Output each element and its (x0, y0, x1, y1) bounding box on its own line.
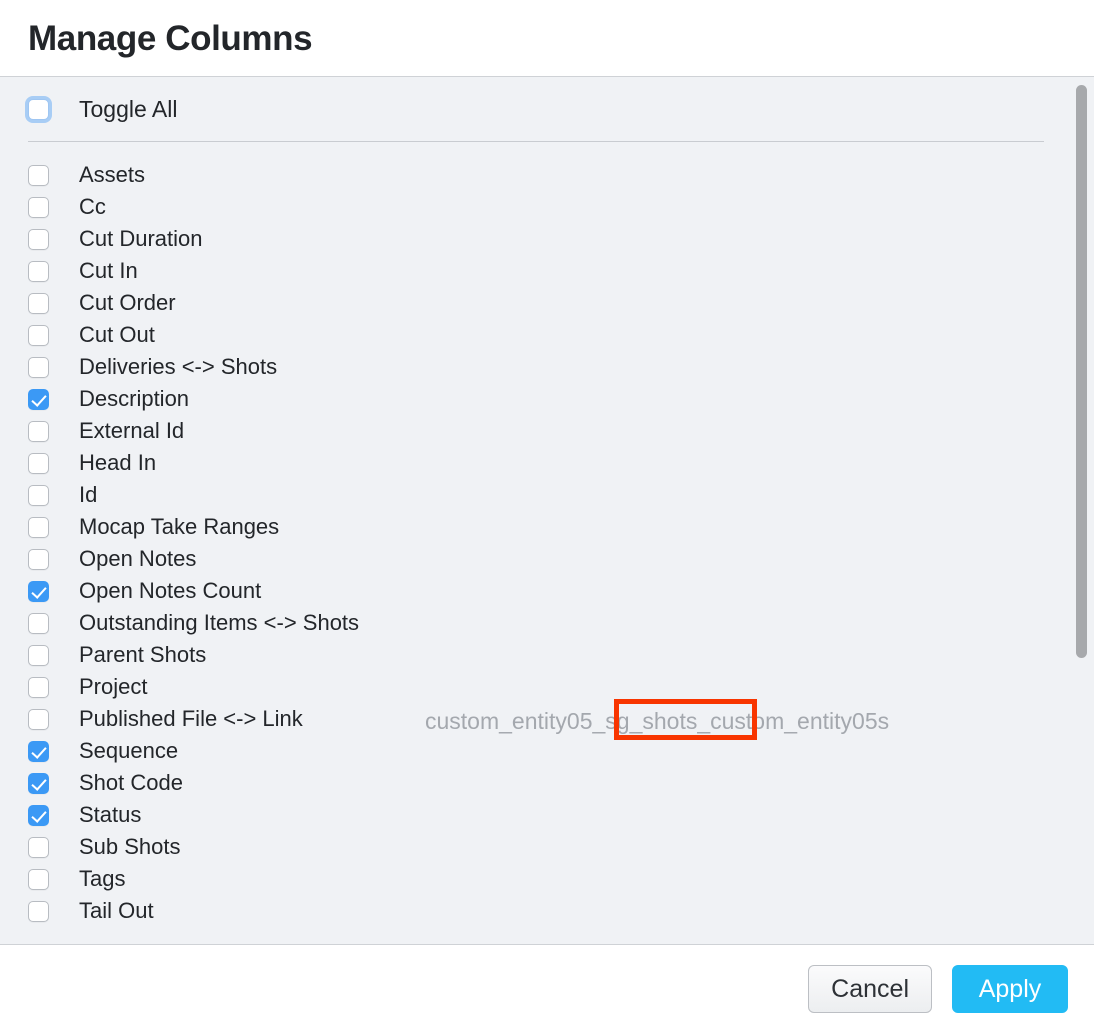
column-checkbox[interactable] (28, 740, 49, 762)
column-list-item[interactable]: Head In (0, 447, 1094, 479)
column-list-item[interactable]: Outstanding Items <-> Shots (0, 607, 1094, 639)
column-checkbox[interactable] (28, 676, 49, 698)
column-checkbox[interactable] (28, 420, 49, 442)
column-checkbox[interactable] (28, 260, 49, 282)
column-list-item[interactable]: Open Notes Count (0, 575, 1094, 607)
column-list-item[interactable]: Tail Out (0, 895, 1094, 927)
toggle-all-checkbox[interactable] (28, 98, 49, 120)
column-checkbox[interactable] (28, 356, 49, 378)
toggle-all-label: Toggle All (79, 95, 178, 122)
list-scrollbar[interactable] (1074, 77, 1088, 944)
column-checkbox[interactable] (28, 164, 49, 186)
column-list-item-label: Tags (79, 866, 126, 891)
column-list-item-label: Cut Out (79, 322, 155, 347)
list-scrollbar-thumb[interactable] (1076, 85, 1087, 658)
column-list-item[interactable]: Open Notes (0, 543, 1094, 575)
column-list-item[interactable]: Sub Shots (0, 831, 1094, 863)
column-checkbox[interactable] (28, 804, 49, 826)
column-list-item[interactable]: Cut Duration (0, 223, 1094, 255)
column-list-item[interactable]: Cut Order (0, 287, 1094, 319)
column-list-item[interactable]: Shot Code (0, 767, 1094, 799)
column-list-item[interactable]: Parent Shots (0, 639, 1094, 671)
column-checkbox[interactable] (28, 228, 49, 250)
column-checkbox[interactable] (28, 196, 49, 218)
column-list-item-label: Cut In (79, 258, 138, 283)
column-list-item[interactable]: Assets (0, 159, 1094, 191)
column-list-item[interactable]: Deliveries <-> Shots (0, 351, 1094, 383)
page-title: Manage Columns (28, 18, 313, 58)
column-checkbox[interactable] (28, 388, 49, 410)
column-checkbox[interactable] (28, 900, 49, 922)
column-list-item[interactable]: Project (0, 671, 1094, 703)
column-list-item-label: Id (79, 482, 98, 507)
column-list-item-label: Open Notes Count (79, 578, 262, 603)
column-list-item[interactable]: Cut Out (0, 319, 1094, 351)
column-list-item-label: Sub Shots (79, 834, 181, 859)
column-list-item-label: External Id (79, 418, 185, 443)
column-list-item[interactable]: Mocap Take Ranges (0, 511, 1094, 543)
column-list-item-label: Description (79, 386, 190, 411)
column-list-item-label: Published File <-> Link (79, 706, 303, 731)
column-checkbox[interactable] (28, 548, 49, 570)
column-list-item-label: Cut Order (79, 290, 176, 315)
column-list-inner: Toggle All Assets Cc Cut Duration Cut In Cut… (0, 77, 1094, 927)
column-list-item[interactable]: Cc (0, 191, 1094, 223)
column-list-item-label: Project (79, 674, 148, 699)
column-list-item[interactable]: Status (0, 799, 1094, 831)
column-list-item[interactable]: External Id (0, 415, 1094, 447)
column-list-item[interactable]: Tags (0, 863, 1094, 895)
column-list-item-label: Tail Out (79, 898, 154, 923)
column-checkbox[interactable] (28, 292, 49, 314)
cancel-button[interactable]: Cancel (808, 964, 932, 1013)
column-list-item[interactable]: Cut In (0, 255, 1094, 287)
column-checkbox[interactable] (28, 836, 49, 858)
column-checkbox[interactable] (28, 644, 49, 666)
column-checkbox[interactable] (28, 484, 49, 506)
manage-columns-dialog: Manage Columns Toggle All Assets Cc Cut Du… (0, 0, 1094, 1032)
column-checkbox[interactable] (28, 708, 49, 730)
column-checkbox[interactable] (28, 868, 49, 890)
column-checkbox[interactable] (28, 772, 49, 794)
column-checkbox[interactable] (28, 516, 49, 538)
column-list-item-label: Deliveries <-> Shots (79, 354, 278, 379)
column-list-item-label: Status (79, 802, 142, 827)
column-list-item-label: Assets (79, 162, 146, 187)
column-list-item-label: Cut Duration (79, 226, 203, 251)
dialog-header: Manage Columns (0, 0, 1094, 77)
column-list-item[interactable]: Published File <-> Link (0, 703, 1094, 735)
column-list-scroll-area[interactable]: Toggle All Assets Cc Cut Duration Cut In Cut… (0, 77, 1094, 945)
column-list-item-label: Open Notes (79, 546, 197, 571)
column-list-item-label: Parent Shots (79, 642, 207, 667)
column-checkbox[interactable] (28, 452, 49, 474)
column-list-item[interactable]: Description (0, 383, 1094, 415)
column-list-item-label: Shot Code (79, 770, 183, 795)
column-checkbox[interactable] (28, 324, 49, 346)
dialog-footer: Cancel Apply (0, 945, 1094, 1032)
column-checkbox[interactable] (28, 612, 49, 634)
column-list-item[interactable]: Sequence (0, 735, 1094, 767)
column-list-item-label: Mocap Take Ranges (79, 514, 280, 539)
column-checkbox-list: Assets Cc Cut Duration Cut In Cut Order Cut O… (0, 142, 1094, 927)
apply-button[interactable]: Apply (952, 964, 1068, 1013)
toggle-all-row[interactable]: Toggle All (0, 77, 1094, 141)
column-list-item-label: Outstanding Items <-> Shots (79, 610, 360, 635)
column-checkbox[interactable] (28, 580, 49, 602)
column-list-item-label: Cc (79, 194, 106, 219)
column-list-item[interactable]: Id (0, 479, 1094, 511)
column-list-item-label: Sequence (79, 738, 179, 763)
column-list-item-label: Head In (79, 450, 157, 475)
